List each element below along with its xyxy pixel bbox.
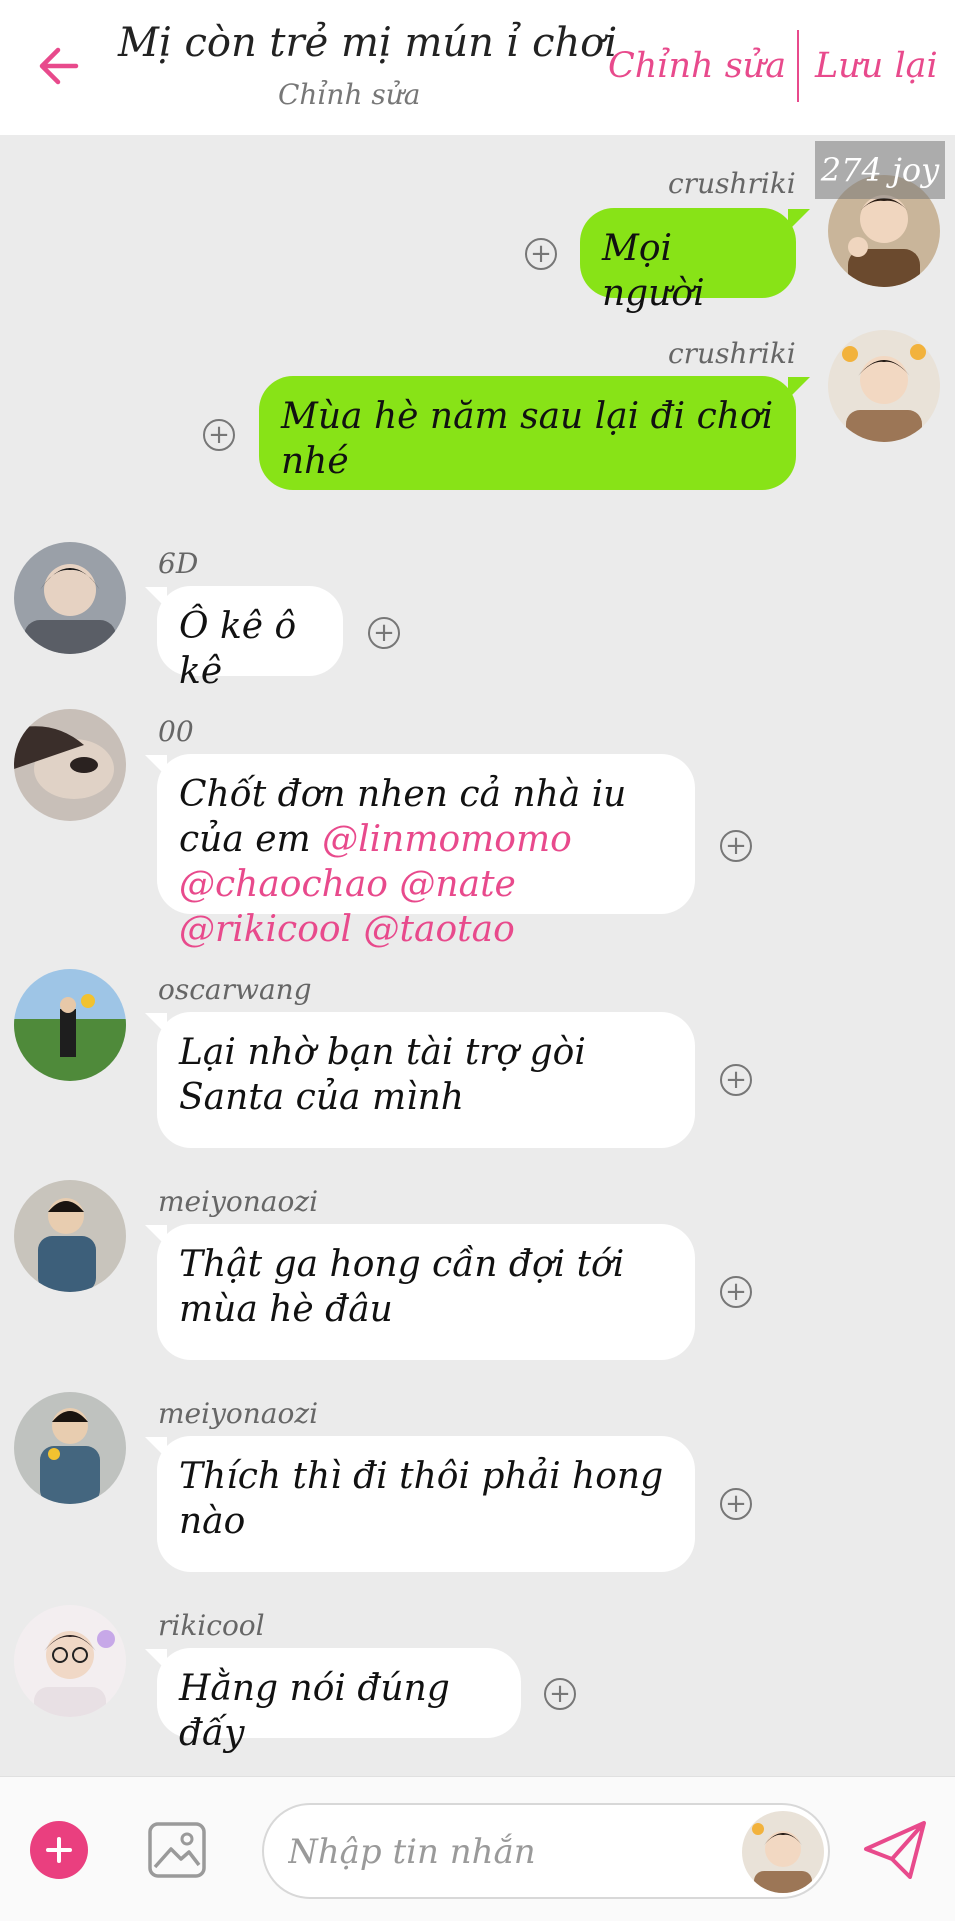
- avatar[interactable]: [14, 1605, 126, 1717]
- avatar[interactable]: [14, 1180, 126, 1292]
- message-input-wrapper: [262, 1803, 830, 1899]
- bubble-tail: [145, 1013, 167, 1035]
- message-sender: rikicool: [158, 1609, 265, 1642]
- bubble-tail: [788, 377, 810, 399]
- mention-link[interactable]: @chaochao: [179, 864, 388, 905]
- image-icon: [148, 1822, 206, 1878]
- add-reaction-button[interactable]: +: [525, 238, 557, 270]
- bubble-tail: [145, 755, 167, 777]
- bubble-tail: [788, 209, 810, 231]
- chat-subtitle: Chỉnh sửa: [278, 78, 421, 111]
- add-reaction-button[interactable]: +: [720, 1276, 752, 1308]
- chat-header: Mị còn trẻ mị mún ỉ chơi Chỉnh sửa Chỉnh…: [0, 0, 955, 135]
- message-bubble[interactable]: Mọi người: [580, 208, 796, 314]
- attach-button[interactable]: [30, 1821, 88, 1879]
- image-button[interactable]: [147, 1821, 207, 1879]
- avatar[interactable]: [14, 969, 126, 1081]
- save-button[interactable]: Lưu lại: [815, 46, 938, 86]
- bubble-tail: [145, 1649, 167, 1671]
- mention-link[interactable]: @taotao: [364, 909, 515, 950]
- message-bubble[interactable]: Lại nhờ bạn tài trợ gòi Santa của mình: [157, 1012, 695, 1148]
- add-reaction-button[interactable]: +: [203, 419, 235, 451]
- add-reaction-button[interactable]: +: [720, 830, 752, 862]
- message-sender: crushriki: [668, 167, 796, 200]
- message-sender: crushriki: [668, 337, 796, 370]
- message-sender: meiyonaozi: [158, 1397, 319, 1430]
- bubble-tail: [145, 1225, 167, 1247]
- add-reaction-button[interactable]: +: [720, 1064, 752, 1096]
- message-bubble[interactable]: Ô kê ô kê: [157, 586, 343, 692]
- edit-button[interactable]: Chỉnh sửa: [608, 46, 786, 86]
- send-icon: [864, 1821, 926, 1879]
- avatar[interactable]: [828, 330, 940, 442]
- message-bubble[interactable]: Chốt đơn nhen cả nhà iu của em @linmomom…: [157, 754, 695, 950]
- mention-link[interactable]: @linmomomo: [322, 819, 572, 860]
- add-reaction-button[interactable]: +: [720, 1488, 752, 1520]
- message-list[interactable]: crushriki 274 joy Mọi người + crushriki …: [0, 135, 955, 1775]
- message-input[interactable]: [286, 1823, 710, 1881]
- bubble-tail: [145, 1437, 167, 1459]
- chat-title: Mị còn trẻ mị mún ỉ chơi: [118, 20, 618, 66]
- avatar[interactable]: [14, 709, 126, 821]
- bubble-tail: [145, 587, 167, 609]
- message-sender: 00: [158, 715, 194, 748]
- message-sender: oscarwang: [158, 973, 312, 1006]
- avatar[interactable]: [14, 1392, 126, 1504]
- mention-link[interactable]: @nate: [399, 864, 515, 905]
- avatar[interactable]: [14, 542, 126, 654]
- message-bubble[interactable]: Thích thì đi thôi phải hong nào: [157, 1436, 695, 1572]
- add-reaction-button[interactable]: +: [544, 1678, 576, 1710]
- message-sender: 6D: [158, 547, 199, 580]
- message-bubble[interactable]: Mùa hè năm sau lại đi chơi nhé: [259, 376, 796, 490]
- message-bubble[interactable]: Thật ga hong cần đợi tới mùa hè đâu: [157, 1224, 695, 1360]
- plus-icon: [46, 1837, 72, 1863]
- add-reaction-button[interactable]: +: [368, 617, 400, 649]
- message-bubble[interactable]: Hằng nói đúng đấy: [157, 1648, 521, 1754]
- mention-link[interactable]: @rikicool: [179, 909, 352, 950]
- send-button[interactable]: [862, 1819, 928, 1881]
- back-button[interactable]: [28, 36, 88, 96]
- sticker-label: 274 joy: [815, 141, 945, 199]
- header-divider: [797, 30, 799, 102]
- arrow-left-icon: [39, 47, 79, 85]
- message-sender: meiyonaozi: [158, 1185, 319, 1218]
- persona-avatar[interactable]: [742, 1811, 824, 1893]
- message-composer: [0, 1776, 955, 1921]
